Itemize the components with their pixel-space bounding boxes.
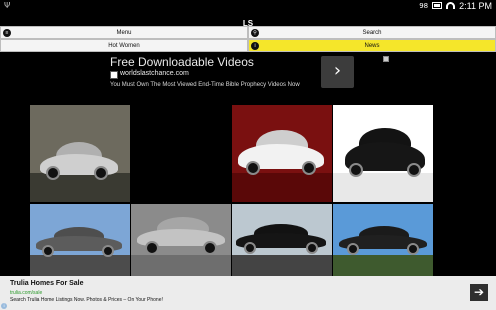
car-wheel — [306, 241, 318, 254]
bottom-ad-url[interactable]: trulia.com/sale — [10, 290, 42, 296]
hot-women-label: Hot Women — [108, 42, 140, 49]
bottom-ad-title[interactable]: Trulia Homes For Sale — [10, 280, 84, 287]
photo-grid — [30, 105, 433, 277]
car-wheel — [94, 166, 108, 181]
hot-women-button[interactable]: Hot Women — [0, 39, 248, 52]
ad-title[interactable]: Free Downloadable Videos — [110, 55, 254, 69]
list-icon: ≡ — [3, 29, 11, 37]
wifi-icon — [446, 2, 456, 9]
photo-tile[interactable] — [30, 105, 130, 202]
car-wheel — [407, 243, 419, 256]
menu-grid: ≡ Menu ⚲ Search Hot Women i News — [0, 26, 496, 52]
photo-tile[interactable] — [232, 105, 332, 202]
car-wheel — [42, 244, 54, 257]
bottom-ad-arrow-button[interactable]: ➔ — [470, 284, 488, 301]
car-wheel — [347, 243, 359, 256]
photo-tile[interactable] — [333, 105, 433, 202]
car-wheel — [46, 166, 60, 181]
ground — [232, 255, 332, 277]
photo-tile[interactable] — [131, 204, 231, 277]
battery-percent: 98 — [419, 1, 429, 10]
ground — [232, 172, 332, 202]
clock: 2:11 PM — [459, 0, 492, 11]
photo-tile[interactable] — [30, 204, 130, 277]
screen: Ψ 98 2:11 PM LS ≡ Menu ⚲ Search Hot Wome… — [0, 0, 496, 310]
info-icon: i — [251, 42, 259, 50]
menu-button[interactable]: ≡ Menu — [0, 26, 248, 39]
search-label: Search — [362, 29, 382, 36]
news-label: News — [364, 42, 380, 49]
ground — [333, 255, 433, 277]
photo-tile[interactable] — [333, 204, 433, 277]
car-wheel — [203, 240, 217, 255]
search-button[interactable]: ⚲ Search — [248, 26, 496, 39]
ad-description: You Must Own The Most Viewed End-Time Bi… — [110, 82, 300, 88]
ad-arrow-button[interactable]: › — [321, 56, 354, 88]
ground — [131, 255, 231, 277]
ground — [30, 255, 130, 277]
status-bar: Ψ 98 2:11 PM — [0, 0, 496, 11]
ground — [333, 172, 433, 202]
ground — [30, 172, 130, 202]
usb-icon: Ψ — [4, 1, 11, 10]
car-wheel — [244, 241, 256, 254]
car-wheel — [102, 244, 114, 257]
title-bar: LS — [0, 11, 496, 28]
ad-info-icon[interactable]: i — [1, 303, 7, 309]
status-right: 98 2:11 PM — [419, 0, 492, 11]
adchoices-icon[interactable] — [383, 56, 389, 62]
site-icon — [110, 71, 118, 79]
photo-tile-empty — [131, 105, 231, 202]
menu-label: Menu — [116, 29, 132, 36]
bottom-ad-description: Search Trulia Home Listings Now. Photos … — [10, 297, 163, 303]
battery-icon — [432, 2, 443, 9]
car-wheel — [145, 240, 159, 255]
photo-tile[interactable] — [232, 204, 332, 277]
banner-ad[interactable]: Free Downloadable Videos worldslastchanc… — [108, 55, 398, 93]
ad-url[interactable]: worldslastchance.com — [120, 70, 189, 77]
bottom-ad-banner[interactable]: Trulia Homes For Sale trulia.com/sale Se… — [0, 276, 496, 310]
search-icon: ⚲ — [251, 29, 259, 37]
news-button[interactable]: i News — [248, 39, 496, 52]
